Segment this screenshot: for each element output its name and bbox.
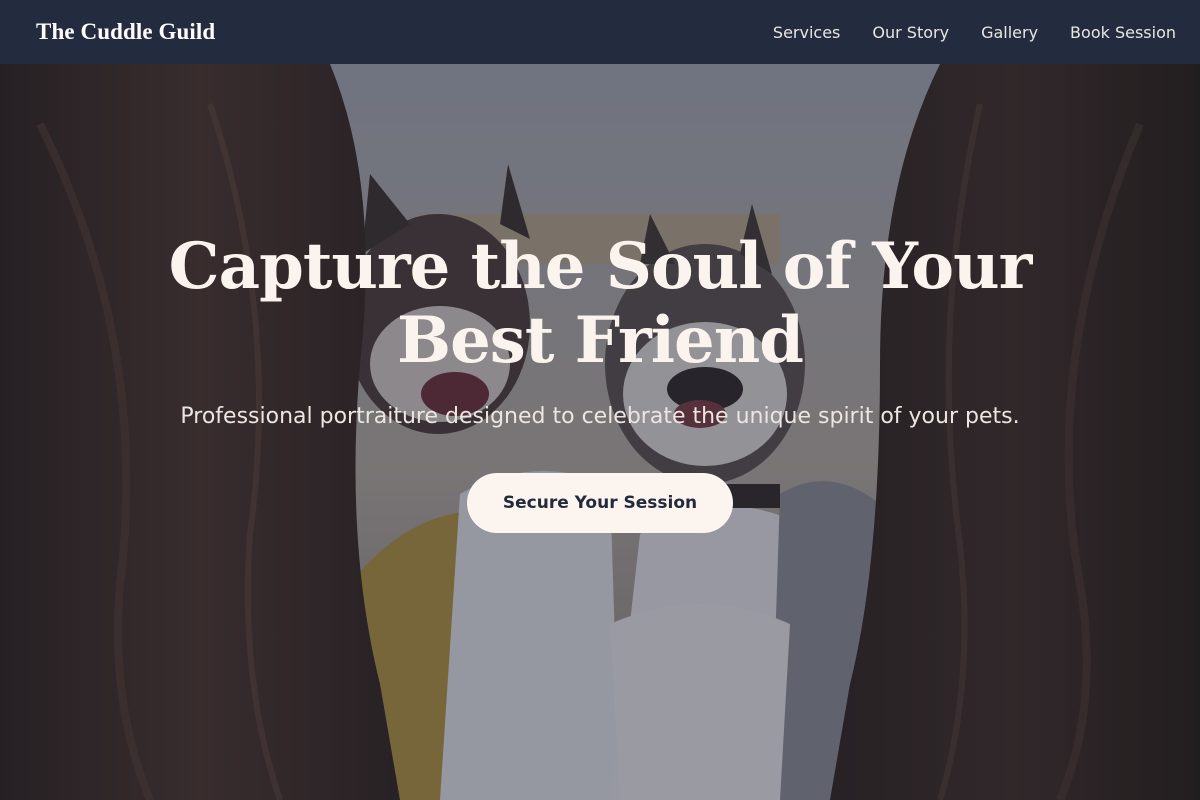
secure-session-button[interactable]: Secure Your Session — [467, 473, 733, 533]
nav-link-book-session[interactable]: Book Session — [1070, 23, 1176, 42]
hero-title: Capture the Soul of Your Best Friend — [168, 229, 1033, 378]
site-header: The Cuddle Guild Services Our Story Gall… — [0, 0, 1200, 64]
nav-link-our-story[interactable]: Our Story — [872, 23, 949, 42]
main-nav: Services Our Story Gallery Book Session — [773, 23, 1176, 42]
hero-content: Capture the Soul of Your Best Friend Pro… — [0, 230, 1200, 533]
site-logo[interactable]: The Cuddle Guild — [36, 19, 215, 45]
nav-link-services[interactable]: Services — [773, 23, 840, 42]
hero-subtitle: Professional portraiture designed to cel… — [180, 404, 1020, 429]
nav-link-gallery[interactable]: Gallery — [981, 23, 1038, 42]
hero-section: Capture the Soul of Your Best Friend Pro… — [0, 64, 1200, 800]
